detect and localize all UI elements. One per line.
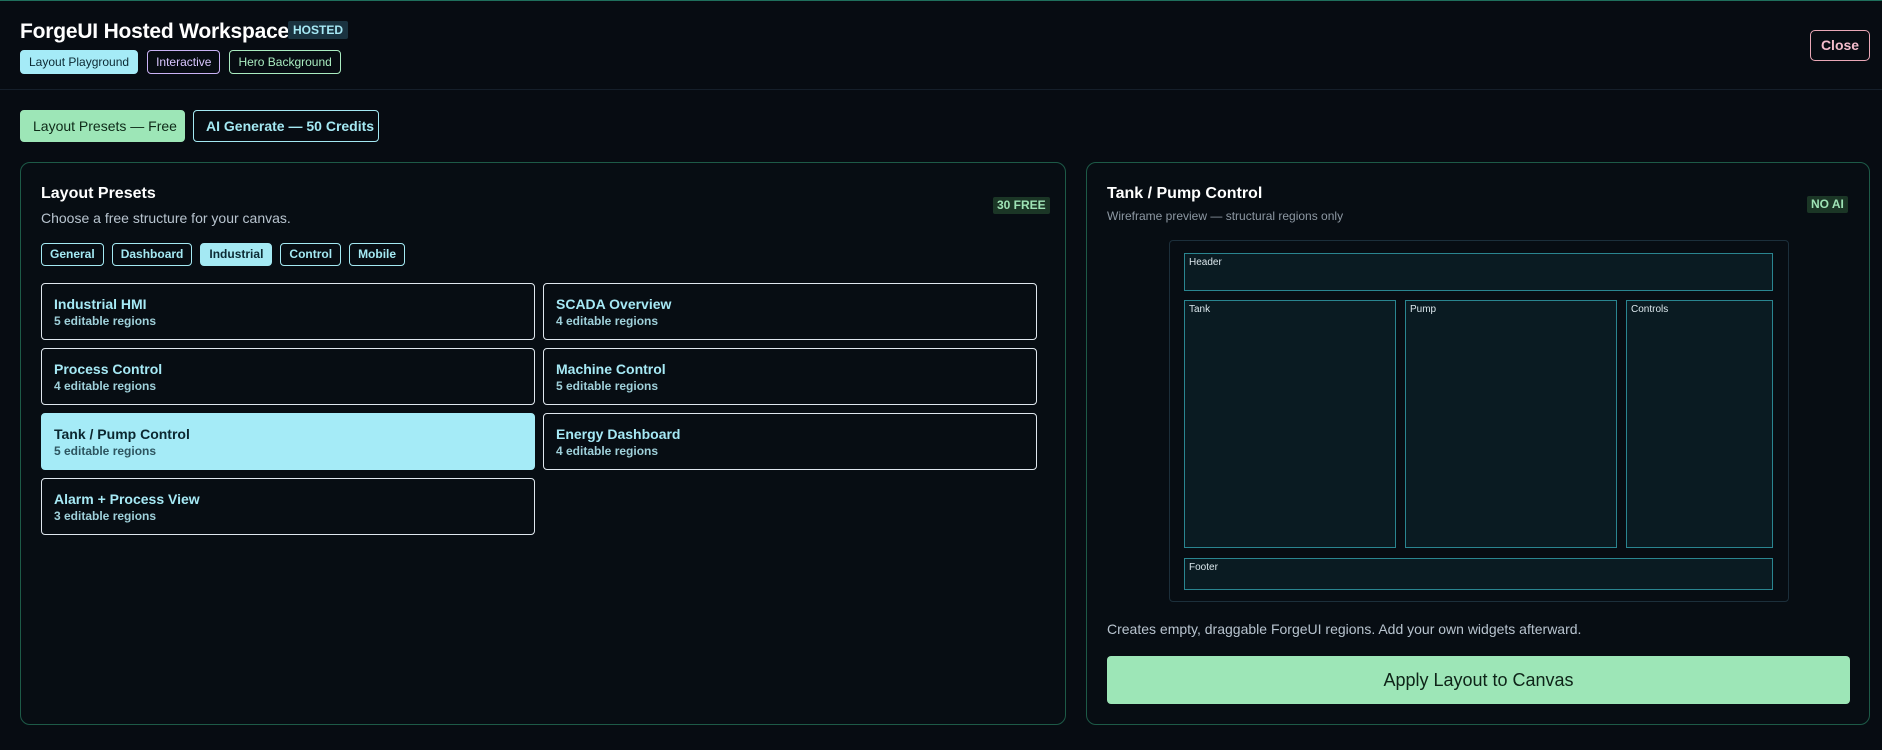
preset-name: Energy Dashboard xyxy=(556,426,681,442)
free-count-badge: 30 FREE xyxy=(993,197,1050,214)
region-label: Footer xyxy=(1189,562,1218,573)
preset-card-tank-pump-control[interactable]: Tank / Pump Control 5 editable regions xyxy=(41,413,535,470)
filter-general[interactable]: General xyxy=(41,243,104,266)
preset-name: Machine Control xyxy=(556,361,666,377)
preset-card-industrial-hmi[interactable]: Industrial HMI 5 editable regions xyxy=(41,283,535,340)
chip-hero-background[interactable]: Hero Background xyxy=(229,50,341,74)
chip-interactive[interactable]: Interactive xyxy=(147,50,221,74)
preset-name: Alarm + Process View xyxy=(54,491,200,507)
preset-name: SCADA Overview xyxy=(556,296,672,312)
apply-layout-button[interactable]: Apply Layout to Canvas xyxy=(1107,656,1850,704)
no-ai-badge: NO AI xyxy=(1807,196,1848,213)
tab-ai-generate[interactable]: AI Generate — 50 Credits xyxy=(193,110,379,142)
preset-region-count: 4 editable regions xyxy=(54,379,157,393)
wireframe-preview: Header Tank Pump Controls Footer xyxy=(1169,240,1789,602)
preset-region-count: 4 editable regions xyxy=(556,444,659,458)
region-label: Tank xyxy=(1189,304,1211,315)
region-tank: Tank xyxy=(1184,300,1396,548)
workspace-header: ForgeUI Hosted Workspace HOSTED Layout P… xyxy=(0,1,1882,90)
hosted-badge: HOSTED xyxy=(288,21,349,39)
preset-region-count: 5 editable regions xyxy=(54,314,157,328)
preset-region-count: 5 editable regions xyxy=(54,444,157,458)
region-footer: Footer xyxy=(1184,558,1773,590)
region-label: Controls xyxy=(1631,304,1669,315)
presets-title: Layout Presets xyxy=(41,185,156,202)
filter-dashboard[interactable]: Dashboard xyxy=(111,243,193,266)
preset-card-process-control[interactable]: Process Control 4 editable regions xyxy=(41,348,535,405)
filter-industrial[interactable]: Industrial xyxy=(200,243,273,266)
preset-region-count: 4 editable regions xyxy=(556,314,659,328)
feature-chips: Layout Playground Interactive Hero Backg… xyxy=(20,50,341,74)
layout-presets-panel: Layout Presets Choose a free structure f… xyxy=(20,162,1066,725)
preset-region-count: 5 editable regions xyxy=(556,379,659,393)
close-button[interactable]: Close xyxy=(1810,30,1870,61)
region-label: Pump xyxy=(1410,304,1437,315)
chip-layout-playground[interactable]: Layout Playground xyxy=(20,50,139,74)
preview-panel: Tank / Pump Control Wireframe preview — … xyxy=(1086,162,1870,725)
preset-name: Industrial HMI xyxy=(54,296,147,312)
preset-list: Industrial HMI 5 editable regions SCADA … xyxy=(41,283,1058,535)
region-controls: Controls xyxy=(1626,300,1773,548)
presets-subtitle: Choose a free structure for your canvas. xyxy=(41,210,291,226)
preset-card-machine-control[interactable]: Machine Control 5 editable regions xyxy=(543,348,1037,405)
preset-card-scada-overview[interactable]: SCADA Overview 4 editable regions xyxy=(543,283,1037,340)
preview-subtitle: Wireframe preview — structural regions o… xyxy=(1107,209,1344,223)
region-pump: Pump xyxy=(1405,300,1617,548)
preview-title: Tank / Pump Control xyxy=(1107,185,1263,202)
filter-control[interactable]: Control xyxy=(280,243,342,266)
preview-note: Creates empty, draggable ForgeUI regions… xyxy=(1107,621,1582,637)
preset-region-count: 3 editable regions xyxy=(54,509,157,523)
app-title: ForgeUI Hosted Workspace xyxy=(20,20,290,43)
preset-card-alarm-process-view[interactable]: Alarm + Process View 3 editable regions xyxy=(41,478,535,535)
filter-mobile[interactable]: Mobile xyxy=(349,243,406,266)
preset-card-energy-dashboard[interactable]: Energy Dashboard 4 editable regions xyxy=(543,413,1037,470)
category-filters: General Dashboard Industrial Control Mob… xyxy=(41,243,406,266)
region-header: Header xyxy=(1184,253,1773,291)
preset-name: Process Control xyxy=(54,361,163,377)
region-label: Header xyxy=(1189,257,1222,268)
preset-name: Tank / Pump Control xyxy=(54,426,190,442)
tab-layout-presets[interactable]: Layout Presets — Free xyxy=(20,110,185,142)
